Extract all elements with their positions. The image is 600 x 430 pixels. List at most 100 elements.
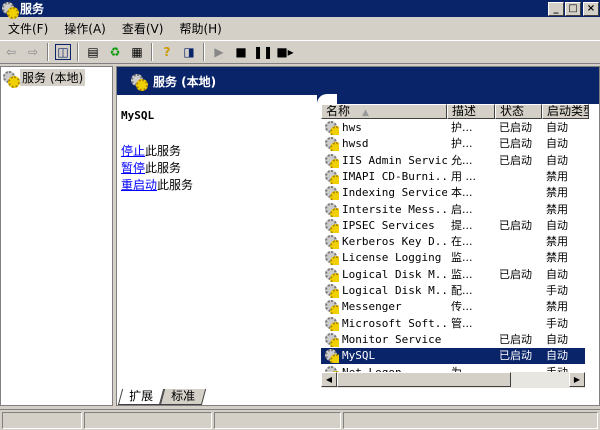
- service-startup-type: 自动: [546, 153, 568, 167]
- service-row[interactable]: hwsd 护... 已启动 自动: [321, 136, 585, 152]
- service-row[interactable]: Logical Disk M... 监... 已启动 自动: [321, 267, 585, 283]
- service-description: 监...: [451, 251, 473, 265]
- view-tabs: 扩展 标准: [117, 389, 207, 407]
- service-row[interactable]: Microsoft Soft... 管... 手动: [321, 316, 585, 332]
- service-description: 允...: [451, 153, 473, 167]
- service-name: hwsd: [342, 137, 369, 151]
- header-band-corner: [317, 94, 599, 104]
- service-name: Kerberos Key D...: [342, 235, 447, 249]
- window-title: 服务: [20, 2, 45, 16]
- minimize-button[interactable]: _: [548, 2, 564, 16]
- service-icon: [325, 300, 339, 315]
- service-row[interactable]: IPSEC Services 提... 已启动 自动: [321, 218, 585, 234]
- maximize-button[interactable]: □: [565, 2, 581, 16]
- service-row[interactable]: IMAPI CD-Burni... 用 ... 禁用: [321, 169, 585, 185]
- service-startup-type: 禁用: [546, 202, 568, 216]
- service-icon: [325, 267, 339, 282]
- tree-item-label: 服务 (本地): [20, 69, 86, 86]
- service-name: Monitor Service: [342, 332, 442, 346]
- scroll-thumb[interactable]: [337, 372, 511, 387]
- tab-extended[interactable]: 扩展: [117, 389, 165, 405]
- service-name: Logical Disk M...: [342, 267, 447, 281]
- restart-icon[interactable]: ■▸: [276, 44, 293, 60]
- service-name: Messenger: [342, 300, 402, 314]
- service-row[interactable]: Messenger 传... 禁用: [321, 299, 585, 315]
- refresh-icon[interactable]: ♻: [107, 44, 123, 60]
- service-startup-type: 禁用: [546, 300, 568, 314]
- menu-help[interactable]: 帮助(H): [171, 20, 229, 37]
- column-header-description[interactable]: 描述: [447, 104, 495, 119]
- forward-icon[interactable]: ⇨: [25, 44, 41, 60]
- service-row[interactable]: Logical Disk M... 配... 手动: [321, 283, 585, 299]
- service-icon: [325, 251, 339, 266]
- restart-service-link[interactable]: 重启动: [121, 178, 157, 192]
- service-startup-type: 手动: [546, 365, 568, 373]
- service-description: 启...: [451, 202, 473, 216]
- service-icon: [325, 153, 339, 168]
- title-bar: 服务 _ □ ×: [0, 0, 600, 19]
- menu-file[interactable]: 文件(F): [0, 20, 56, 37]
- close-button[interactable]: ×: [583, 2, 599, 16]
- service-row[interactable]: License Logging 监... 禁用: [321, 250, 585, 266]
- service-row[interactable]: MySQL 已启动 自动: [321, 348, 585, 365]
- service-row[interactable]: Monitor Service 已启动 自动: [321, 332, 585, 348]
- service-description: 配...: [451, 284, 473, 297]
- status-pane: [84, 412, 212, 429]
- show-hide-tree-icon[interactable]: ◫: [55, 44, 71, 60]
- show-hide-action-pane-icon[interactable]: ◨: [181, 44, 197, 60]
- column-header-status[interactable]: 状态: [495, 104, 542, 119]
- service-startup-type: 自动: [546, 137, 568, 151]
- tab-standard[interactable]: 标准: [159, 389, 207, 405]
- services-list: 名称 ▲ 描述 状态 启动类型 hws 护... 已启动 自动 hwsd 护...…: [321, 104, 599, 373]
- service-icon: [325, 169, 339, 184]
- stop-service-link[interactable]: 停止: [121, 144, 145, 158]
- service-row[interactable]: Net Logon 为... 手动: [321, 365, 585, 373]
- service-startup-type: 禁用: [546, 251, 568, 265]
- column-label: 名称: [326, 104, 351, 118]
- scroll-left-button[interactable]: ◀: [321, 372, 337, 387]
- scroll-right-button[interactable]: ▶: [569, 372, 585, 387]
- start-icon[interactable]: ▶: [211, 44, 227, 60]
- service-startup-type: 自动: [546, 267, 568, 281]
- service-description: 在...: [451, 235, 473, 249]
- column-header-startup-type[interactable]: 启动类型: [542, 104, 589, 119]
- service-startup-type: 禁用: [546, 186, 568, 200]
- service-icon: [325, 202, 339, 217]
- service-row[interactable]: IIS Admin Service 允... 已启动 自动: [321, 153, 585, 169]
- service-description: 监...: [451, 267, 473, 281]
- back-icon[interactable]: ⇦: [3, 44, 19, 60]
- pause-icon[interactable]: ❚❚: [253, 44, 273, 60]
- column-header-name[interactable]: 名称 ▲: [321, 104, 447, 119]
- divider: [151, 43, 153, 61]
- menu-bar: 文件(F) 操作(A) 查看(V) 帮助(H): [0, 18, 600, 38]
- pause-service-link[interactable]: 暂停: [121, 161, 145, 175]
- service-description: 管...: [451, 316, 473, 330]
- service-description: 为...: [451, 365, 473, 373]
- service-row[interactable]: Kerberos Key D... 在... 禁用: [321, 234, 585, 250]
- details-pane: 服务 (本地) MySQL 停止此服务 暂停此服务 重启动此服务 名称 ▲ 描述 …: [116, 66, 600, 406]
- service-name: Microsoft Soft...: [342, 316, 447, 330]
- service-description: 传...: [451, 300, 473, 314]
- menu-action[interactable]: 操作(A): [56, 20, 114, 37]
- tree-item-services-local[interactable]: 服务 (本地): [1, 67, 112, 88]
- export-list-icon[interactable]: ▦: [129, 44, 145, 60]
- service-name: Net Logon: [342, 365, 402, 373]
- horizontal-scrollbar[interactable]: ◀ ▶: [321, 372, 585, 388]
- service-row[interactable]: hws 护... 已启动 自动: [321, 120, 585, 136]
- status-bar: [0, 409, 600, 430]
- service-row[interactable]: Intersite Mess... 启... 禁用: [321, 202, 585, 218]
- service-status: 已启动: [499, 153, 532, 167]
- properties-icon[interactable]: ▤: [85, 44, 101, 60]
- service-name: Indexing Service: [342, 186, 447, 200]
- toolbar: ⇦ ⇨ ◫ ▤ ♻ ▦ ? ◨ ▶ ■ ❚❚ ■▸: [0, 40, 600, 64]
- service-description: 本...: [451, 186, 473, 200]
- help-icon[interactable]: ?: [159, 44, 175, 60]
- services-icon: [3, 70, 20, 88]
- service-row[interactable]: Indexing Service 本... 禁用: [321, 185, 585, 201]
- menu-view[interactable]: 查看(V): [114, 20, 172, 37]
- action-text: 此服务: [145, 144, 182, 158]
- service-name: IPSEC Services: [342, 218, 435, 232]
- service-startup-type: 禁用: [546, 235, 568, 249]
- stop-icon[interactable]: ■: [233, 44, 249, 60]
- service-icon: [325, 332, 339, 347]
